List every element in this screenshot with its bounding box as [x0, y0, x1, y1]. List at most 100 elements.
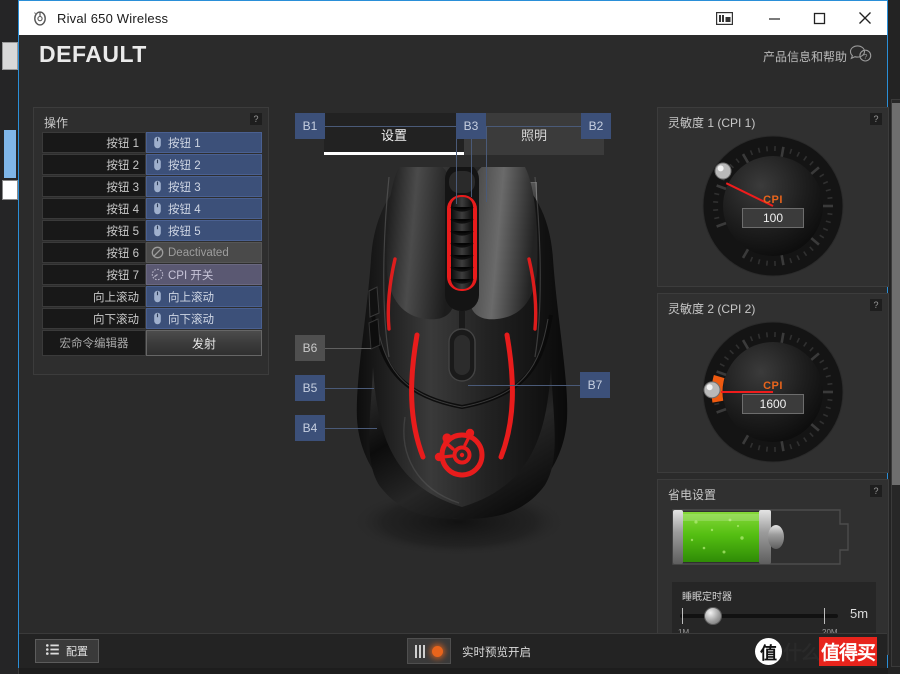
actions-panel-help-icon[interactable]: ? — [250, 113, 262, 125]
close-icon[interactable] — [842, 1, 887, 35]
tab-settings[interactable]: 设置 — [324, 113, 464, 155]
cpi2-unit-label: CPI — [763, 380, 783, 392]
sleep-timer-label: 睡眠定时器 — [682, 592, 732, 603]
slider-tick-max — [824, 608, 825, 624]
slider-thumb[interactable] — [704, 607, 723, 625]
binding-row: 按钮 1 按钮 1 — [42, 132, 262, 153]
cpi1-value[interactable]: 100 — [742, 208, 804, 228]
callout-b4[interactable]: B4 — [295, 415, 325, 441]
binding-row: 按钮 7 CPI 开关 — [42, 264, 262, 285]
power-title: 省电设置 — [668, 488, 717, 502]
cpi2-value[interactable]: 1600 — [742, 394, 804, 414]
binding-row: 向上滚动 向上滚动 — [42, 286, 262, 307]
power-settings-panel: 省电设置 ? 睡眠定时器 5m — [657, 479, 889, 655]
binding-value-label: 按钮 5 — [168, 225, 201, 238]
mouse-button-icon — [151, 136, 164, 149]
slider-value: 5m — [850, 606, 869, 621]
rival-650-mouse-top-view-icon — [351, 159, 568, 556]
binding-value-label: 按钮 2 — [168, 159, 201, 172]
binding-value-label: 按钮 3 — [168, 181, 201, 194]
binding-row: 向下滚动 向下滚动 — [42, 308, 262, 329]
background-tab-1 — [2, 42, 18, 70]
preview-bars-icon — [415, 644, 426, 658]
config-button-label: 配置 — [66, 646, 88, 658]
binding-value[interactable]: 向下滚动 — [146, 308, 262, 329]
binding-value[interactable]: 按钮 5 — [146, 220, 262, 241]
product-info-help-link[interactable]: 产品信息和帮助 — [763, 48, 847, 65]
binding-value-label: 向上滚动 — [168, 291, 214, 304]
minimize-icon[interactable] — [752, 1, 797, 35]
window-title: Rival 650 Wireless — [57, 10, 169, 26]
app-header: DEFAULT 产品信息和帮助 ? — [19, 35, 887, 75]
callout-b3[interactable]: B3 — [456, 113, 486, 139]
app-window: Rival 650 Wireless DEFAULT 产品信息和帮助 ? 操作 … — [18, 0, 900, 668]
device-view-panel: 设置 照明 左 顶部 — [277, 107, 647, 655]
binding-value-label: 按钮 4 — [168, 203, 201, 216]
cpi2-title: 灵敏度 2 (CPI 2) — [668, 302, 756, 316]
background-tab-3 — [2, 180, 18, 200]
config-button[interactable]: 配置 — [35, 639, 99, 663]
svg-text:?: ? — [863, 52, 867, 61]
binding-label: 按钮 2 — [42, 154, 146, 175]
callout-b6[interactable]: B6 — [295, 335, 325, 361]
cpi1-gauge[interactable] — [701, 134, 845, 278]
callout-b2[interactable]: B2 — [581, 113, 611, 139]
mouse-diagram — [277, 159, 647, 657]
panel-icon[interactable] — [696, 1, 752, 35]
callout-lead-b7 — [468, 385, 581, 386]
binding-label: 向上滚动 — [42, 286, 146, 307]
binding-value[interactable]: 按钮 4 — [146, 198, 262, 219]
binding-value-label: 按钮 1 — [168, 137, 201, 150]
macro-editor-label[interactable]: 宏命令编辑器 — [42, 330, 146, 356]
power-help-icon[interactable]: ? — [870, 485, 882, 497]
callout-lead-b3 — [471, 139, 472, 197]
title-bar[interactable]: Rival 650 Wireless — [19, 1, 887, 35]
binding-row: 按钮 4 按钮 4 — [42, 198, 262, 219]
maximize-icon[interactable] — [797, 1, 842, 35]
binding-row: 按钮 2 按钮 2 — [42, 154, 262, 175]
screenshot-root: Rival 650 Wireless DEFAULT 产品信息和帮助 ? 操作 … — [0, 0, 900, 674]
cpi2-gauge[interactable] — [701, 320, 845, 464]
binding-value[interactable]: 按钮 3 — [146, 176, 262, 197]
callout-b7[interactable]: B7 — [580, 372, 610, 398]
binding-row: 按钮 6 Deactivated — [42, 242, 262, 263]
binding-value[interactable]: 按钮 2 — [146, 154, 262, 175]
list-icon — [46, 644, 59, 658]
speech-bubble-question-icon[interactable]: ? — [849, 44, 873, 64]
watermark-text-dark: 什么 — [782, 642, 820, 664]
live-preview-toggle[interactable] — [407, 638, 451, 664]
disabled-icon — [151, 246, 164, 259]
callout-b1[interactable]: B1 — [295, 113, 325, 139]
cpi1-panel: 灵敏度 1 (CPI 1) ? CPI 100 — [657, 107, 889, 287]
binding-value[interactable]: 按钮 1 — [146, 132, 262, 153]
fire-button[interactable]: 发射 — [146, 330, 262, 356]
callout-lead-b2-v — [486, 126, 487, 202]
background-window-left[interactable] — [0, 0, 19, 674]
binding-value[interactable]: Deactivated — [146, 242, 262, 263]
callout-lead-b1 — [325, 126, 457, 127]
preview-indicator-dot — [431, 645, 443, 657]
vertical-scrollbar-thumb[interactable] — [892, 103, 900, 485]
binding-label: 向下滚动 — [42, 308, 146, 329]
binding-label: 按钮 3 — [42, 176, 146, 197]
callout-b5[interactable]: B5 — [295, 375, 325, 401]
binding-value-label: CPI 开关 — [168, 269, 214, 282]
macro-row: 宏命令编辑器 发射 — [42, 330, 262, 356]
callout-lead-b4 — [325, 428, 377, 429]
actions-panel-title: 操作 — [44, 116, 69, 130]
app-content: DEFAULT 产品信息和帮助 ? 操作 ? 按钮 1 按钮 1 按钮 2 按钮 2按… — [19, 35, 900, 668]
slider-tick-min — [682, 608, 683, 624]
binding-label: 按钮 4 — [42, 198, 146, 219]
binding-value-label: 向下滚动 — [168, 313, 214, 326]
cpi1-help-icon[interactable]: ? — [870, 113, 882, 125]
binding-label: 按钮 7 — [42, 264, 146, 285]
binding-row: 按钮 3 按钮 3 — [42, 176, 262, 197]
live-preview-label: 实时预览开启 — [462, 647, 531, 659]
binding-label: 按钮 6 — [42, 242, 146, 263]
watermark-text-red: 值得买 — [818, 636, 877, 666]
binding-value[interactable]: 向上滚动 — [146, 286, 262, 307]
cpi2-help-icon[interactable]: ? — [870, 299, 882, 311]
binding-value[interactable]: CPI 开关 — [146, 264, 262, 285]
mouse-button-icon — [151, 290, 164, 303]
mouse-button-icon — [151, 312, 164, 325]
